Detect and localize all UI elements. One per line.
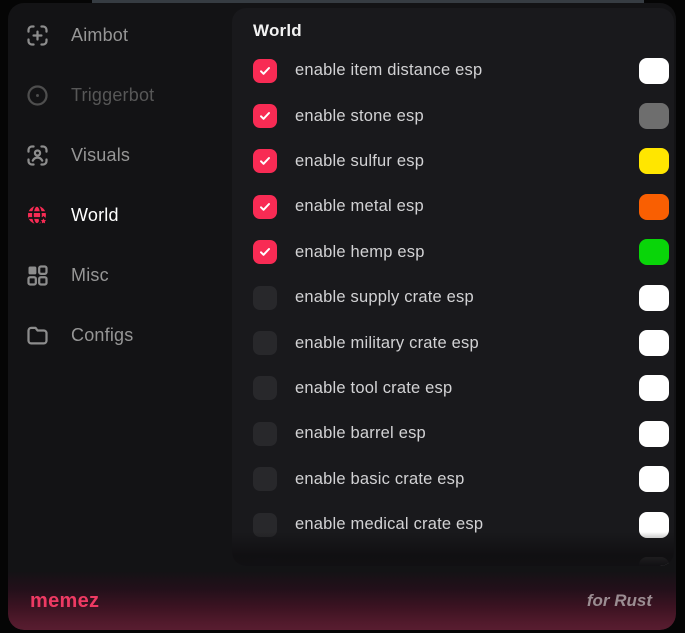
- grid-icon: [24, 262, 51, 289]
- circle-dot-icon: [24, 82, 51, 109]
- esp-checkbox[interactable]: [253, 104, 277, 128]
- esp-label[interactable]: enable sulfur esp: [295, 152, 424, 171]
- sidebar-item-visuals[interactable]: Visuals: [8, 125, 232, 185]
- checkmark-icon: [257, 199, 273, 215]
- esp-row: enable hemp esp: [232, 230, 674, 275]
- esp-label[interactable]: enable item distance esp: [295, 61, 482, 80]
- esp-checkbox[interactable]: [253, 422, 277, 446]
- esp-row: enable basic crate esp: [232, 457, 674, 502]
- esp-label[interactable]: enable military crate esp: [295, 334, 479, 353]
- color-swatch[interactable]: [639, 421, 669, 447]
- esp-row: enable barrel esp: [232, 411, 674, 456]
- sidebar-item-label: Aimbot: [71, 25, 128, 46]
- sidebar-item-label: Misc: [71, 265, 109, 286]
- sidebar: Aimbot Triggerbot Visuals: [8, 5, 232, 365]
- esp-label[interactable]: enable barrel esp: [295, 424, 426, 443]
- esp-checkbox[interactable]: [253, 558, 277, 566]
- esp-label[interactable]: enable supply crate esp: [295, 288, 474, 307]
- esp-row: enable metal esp: [232, 184, 674, 229]
- color-swatch[interactable]: [639, 466, 669, 492]
- person-scan-icon: [24, 142, 51, 169]
- esp-label[interactable]: enable medical crate esp: [295, 515, 483, 534]
- esp-row: enable medical crate esp: [232, 502, 674, 547]
- esp-row: enable sulfur esp: [232, 139, 674, 184]
- esp-label[interactable]: enable stone esp: [295, 107, 424, 126]
- checkmark-icon: [257, 153, 273, 169]
- esp-checkbox[interactable]: [253, 513, 277, 537]
- esp-checkbox[interactable]: [253, 331, 277, 355]
- folder-icon: [24, 322, 51, 349]
- esp-checkbox[interactable]: [253, 149, 277, 173]
- esp-row: enable tool crate esp: [232, 366, 674, 411]
- color-swatch[interactable]: [639, 512, 669, 538]
- esp-row: [232, 547, 674, 566]
- color-swatch[interactable]: [639, 58, 669, 84]
- esp-row: enable military crate esp: [232, 320, 674, 365]
- sidebar-item-label: Configs: [71, 325, 133, 346]
- esp-checkbox[interactable]: [253, 467, 277, 491]
- color-swatch[interactable]: [639, 330, 669, 356]
- color-swatch[interactable]: [639, 194, 669, 220]
- esp-label[interactable]: enable tool crate esp: [295, 379, 452, 398]
- crosshair-icon: [24, 22, 51, 49]
- sidebar-item-triggerbot[interactable]: Triggerbot: [8, 65, 232, 125]
- color-swatch[interactable]: [639, 239, 669, 265]
- color-swatch[interactable]: [639, 557, 669, 566]
- cheat-menu-window: Aimbot Triggerbot Visuals: [8, 3, 676, 630]
- esp-checkbox[interactable]: [253, 286, 277, 310]
- checkmark-icon: [257, 244, 273, 260]
- color-swatch[interactable]: [639, 103, 669, 129]
- footer-tagline: for Rust: [587, 591, 652, 611]
- sidebar-item-configs[interactable]: Configs: [8, 305, 232, 365]
- globe-star-icon: [24, 202, 51, 229]
- color-swatch[interactable]: [639, 285, 669, 311]
- footer-bar: memez for Rust: [8, 572, 676, 630]
- esp-checkbox[interactable]: [253, 376, 277, 400]
- color-swatch[interactable]: [639, 148, 669, 174]
- esp-row: enable item distance esp: [232, 48, 674, 93]
- sidebar-item-world[interactable]: World: [8, 185, 232, 245]
- esp-checkbox[interactable]: [253, 59, 277, 83]
- sidebar-item-aimbot[interactable]: Aimbot: [8, 5, 232, 65]
- esp-checkbox[interactable]: [253, 195, 277, 219]
- esp-label[interactable]: enable hemp esp: [295, 243, 425, 262]
- brand-logo: memez: [30, 590, 99, 613]
- checkmark-icon: [257, 63, 273, 79]
- esp-row: enable supply crate esp: [232, 275, 674, 320]
- esp-row: enable stone esp: [232, 93, 674, 138]
- sidebar-item-label: Visuals: [71, 145, 130, 166]
- panel-title: World: [232, 8, 674, 48]
- color-swatch[interactable]: [639, 375, 669, 401]
- esp-label[interactable]: enable basic crate esp: [295, 470, 465, 489]
- esp-label[interactable]: enable metal esp: [295, 197, 424, 216]
- sidebar-item-label: Triggerbot: [71, 85, 154, 106]
- esp-checkbox[interactable]: [253, 240, 277, 264]
- checkmark-icon: [257, 108, 273, 124]
- world-settings-panel: World enable item distance esp enable st…: [232, 8, 674, 566]
- esp-list: enable item distance esp enable stone es…: [232, 48, 674, 566]
- sidebar-item-misc[interactable]: Misc: [8, 245, 232, 305]
- sidebar-item-label: World: [71, 205, 119, 226]
